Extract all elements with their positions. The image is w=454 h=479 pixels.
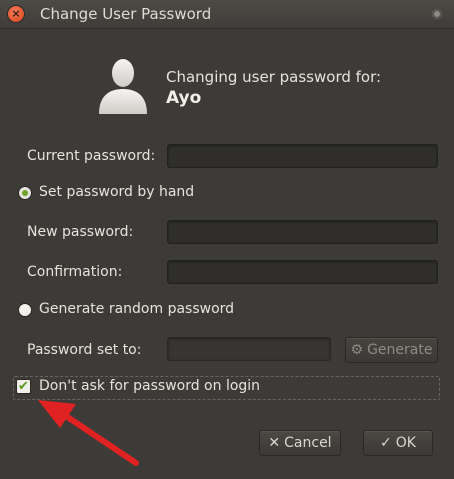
generate-random-label[interactable]: Generate random password: [39, 301, 234, 317]
title-bar: × Change User Password: [0, 0, 454, 29]
set-by-hand-radio[interactable]: [18, 186, 32, 200]
dont-ask-label[interactable]: Don't ask for password on login: [39, 378, 260, 394]
dont-ask-checkbox[interactable]: ✔: [16, 379, 31, 394]
generate-button-label: Generate: [367, 342, 433, 358]
menu-icon[interactable]: [432, 9, 442, 19]
cancel-button[interactable]: ✕ Cancel: [259, 430, 341, 456]
confirmation-input[interactable]: [167, 260, 438, 284]
confirmation-label: Confirmation:: [27, 264, 123, 280]
username-label: Ayo: [166, 88, 202, 108]
x-icon: ✕: [268, 435, 281, 451]
close-icon[interactable]: ×: [8, 6, 24, 22]
password-set-to-label: Password set to:: [27, 342, 142, 358]
generate-random-radio[interactable]: [18, 303, 32, 317]
password-set-to-field: [167, 337, 331, 361]
set-by-hand-label[interactable]: Set password by hand: [39, 184, 194, 200]
new-password-label: New password:: [27, 224, 134, 240]
current-password-label: Current password:: [27, 148, 156, 164]
ok-button[interactable]: ✓ OK: [363, 430, 433, 456]
changing-password-heading: Changing user password for:: [166, 68, 382, 86]
current-password-input[interactable]: [167, 144, 438, 168]
ok-button-label: OK: [395, 435, 416, 451]
generate-button: ⚙ Generate: [345, 337, 438, 363]
window-title: Change User Password: [40, 5, 212, 23]
user-avatar-icon: [99, 59, 147, 114]
new-password-input[interactable]: [167, 220, 438, 244]
cancel-button-label: Cancel: [284, 435, 332, 451]
gears-icon: ⚙: [350, 342, 364, 358]
checkmark-icon: ✓: [380, 435, 392, 451]
